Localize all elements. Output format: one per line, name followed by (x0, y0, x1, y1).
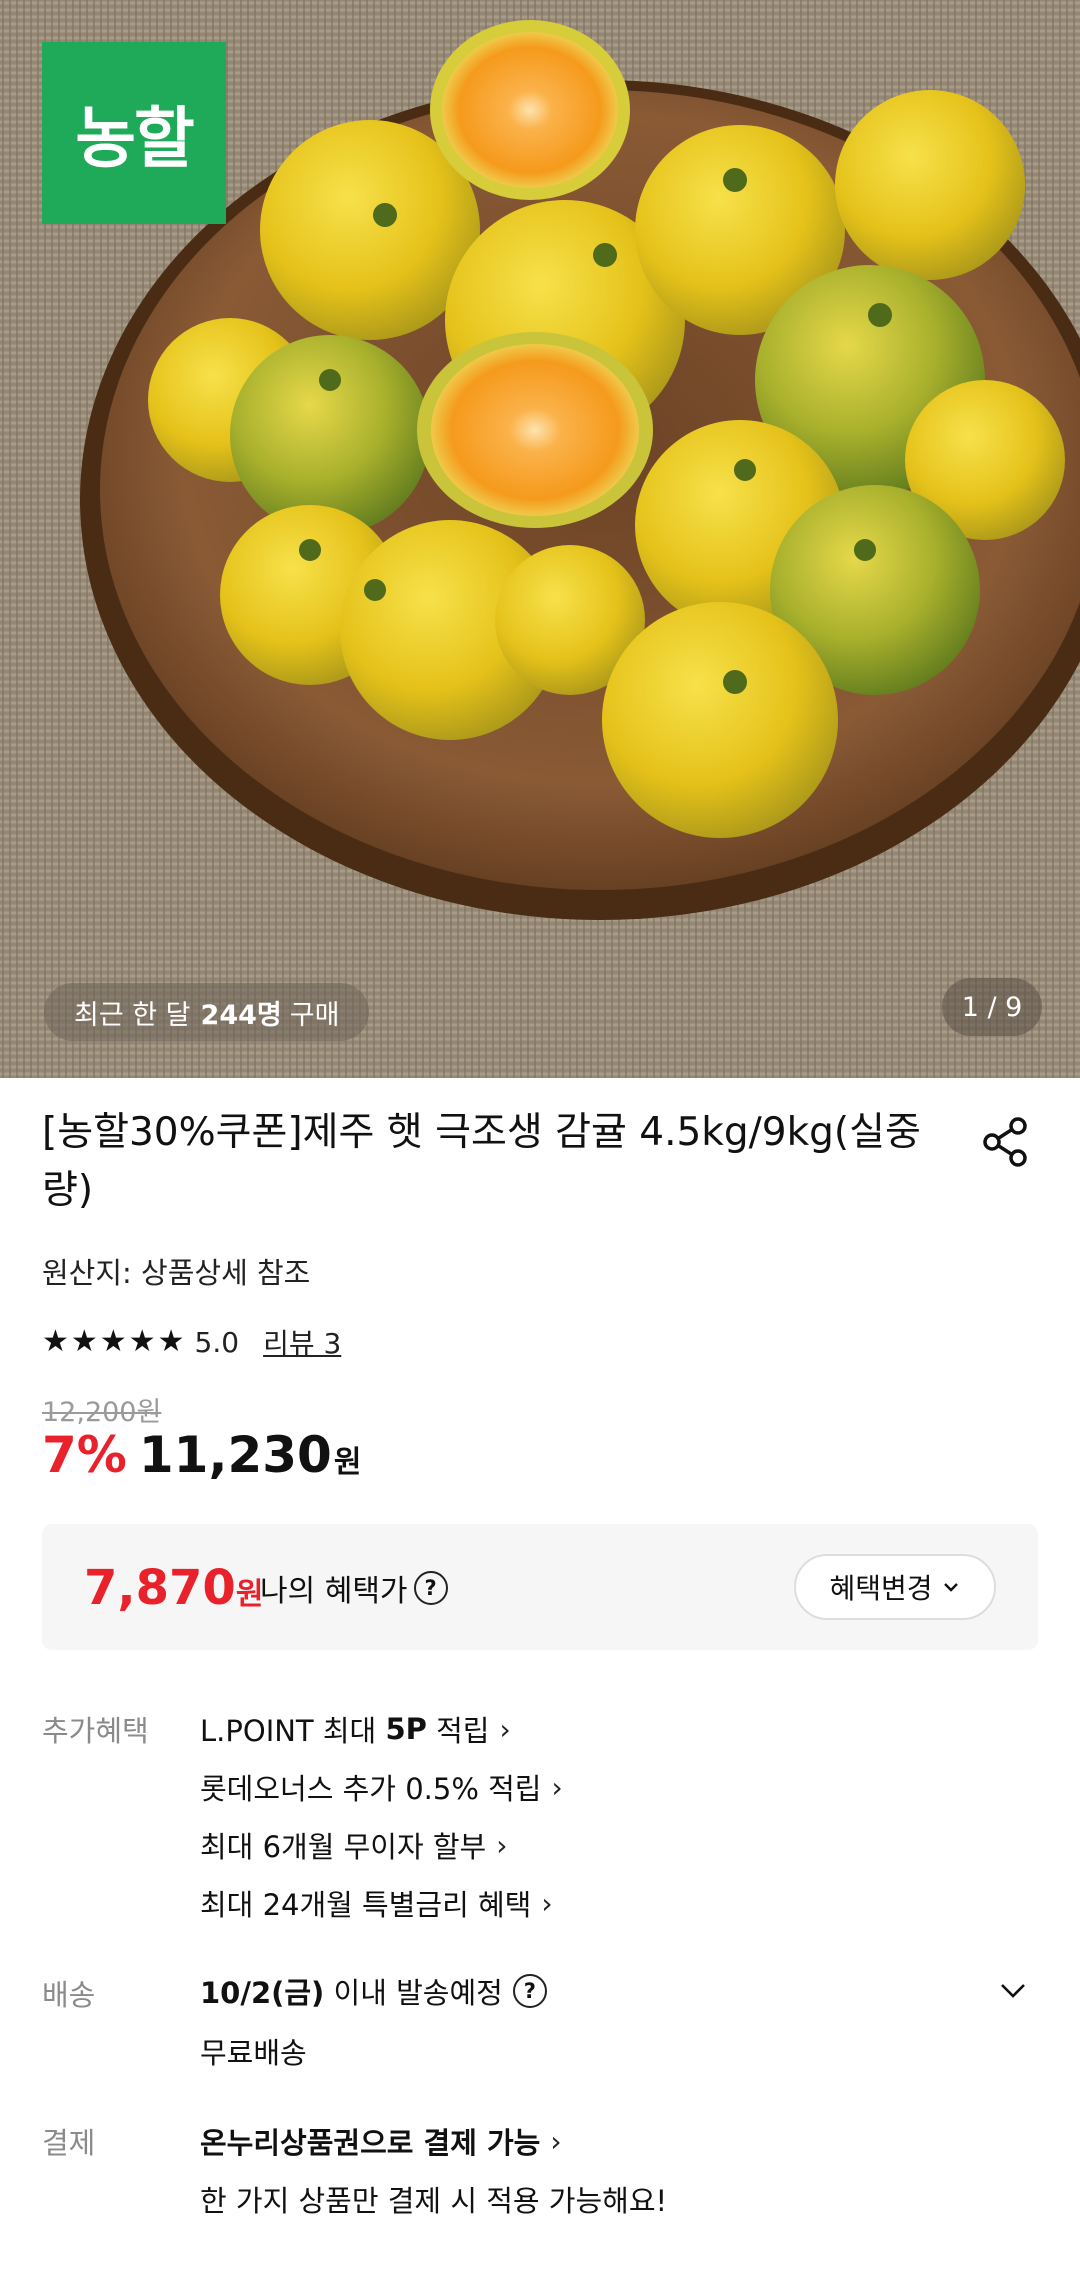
purchase-badge-count: 244명 (200, 999, 282, 1031)
purchase-badge-suffix: 구매 (289, 999, 340, 1031)
shipping-date-suffix: 이내 발송예정 (324, 1976, 503, 2010)
rating-value: 5.0 (194, 1325, 240, 1359)
chevron-right-icon: › (551, 1770, 563, 1804)
payment-method[interactable]: 온누리상품권으로 결제 가능 › (200, 2120, 562, 2162)
shipping-schedule: 10/2(금) 이내 발송예정 ? (200, 1970, 547, 2012)
origin-info: 원산지: 상품상세 참조 (42, 1256, 311, 1290)
extra-benefit-bold: 5P (385, 1712, 427, 1746)
extra-benefit-text: 최대 24개월 특별금리 혜택 (200, 1888, 532, 1922)
review-link[interactable]: 리뷰 3 (263, 1322, 341, 1362)
purchase-badge-prefix: 최근 한 달 (74, 999, 191, 1031)
benefit-price-value: 7,870 (84, 1560, 236, 1616)
product-image-carousel[interactable]: 농할 최근 한 달 244명 구매 1 / 9 (0, 0, 1080, 1078)
extra-benefit-item[interactable]: 최대 24개월 특별금리 혜택 › (200, 1882, 553, 1924)
product-title: [농할30%쿠폰]제주 햇 극조생 감귤 4.5kg/9kg(실중량) (42, 1110, 921, 1213)
star-icon: ★ (157, 1324, 185, 1359)
original-price: 12,200원 (42, 1397, 162, 1428)
help-circle-icon[interactable]: ? (512, 1974, 547, 2008)
image-page-indicator: 1 / 9 (942, 978, 1042, 1036)
chevron-right-icon: › (496, 1828, 508, 1862)
shipping-label: 배송 (42, 1978, 96, 2012)
chevron-right-icon: › (541, 1886, 553, 1920)
benefit-label: 나의 혜택가 ? (260, 1566, 448, 1610)
benefit-label-text: 나의 혜택가 (260, 1574, 408, 1609)
extra-benefit-text: 롯데오너스 추가 0.5% 적립 (200, 1772, 542, 1806)
extra-benefit-label: 추가혜택 (42, 1714, 149, 1748)
brand-logo-text: 농할 (75, 100, 194, 177)
share-icon[interactable] (978, 1114, 1034, 1170)
star-rating: ★ ★ ★ ★ ★ (42, 1327, 185, 1357)
extra-benefit-item[interactable]: 최대 6개월 무이자 할부 › (200, 1824, 507, 1866)
rating-row: ★ ★ ★ ★ ★ 5.0 리뷰 3 (42, 1320, 341, 1364)
star-icon: ★ (70, 1324, 98, 1359)
change-benefit-button[interactable]: 혜택변경 (794, 1554, 996, 1620)
brand-logo: 농할 (42, 42, 226, 224)
extra-benefit-item[interactable]: L.POINT 최대 5P 적립 › (200, 1708, 511, 1750)
extra-benefit-suffix: 적립 (426, 1714, 490, 1748)
chevron-right-icon: › (499, 1712, 511, 1746)
extra-benefit-text: L.POINT 최대 (200, 1714, 386, 1748)
chevron-down-icon[interactable] (996, 1974, 1030, 2008)
star-icon: ★ (128, 1324, 156, 1359)
extra-benefit-item[interactable]: 롯데오너스 추가 0.5% 적립 › (200, 1766, 563, 1808)
chevron-right-icon: › (550, 2124, 562, 2158)
shipping-fee: 무료배송 (200, 2036, 307, 2070)
help-circle-icon[interactable]: ? (413, 1571, 448, 1605)
sale-price: 11,230 (138, 1426, 332, 1484)
payment-method-text: 온누리상품권으로 결제 가능 (200, 2126, 541, 2160)
benefit-price: 7,870 원 (84, 1560, 263, 1616)
price-unit: 원 (333, 1445, 362, 1480)
chevron-down-icon (943, 1583, 958, 1592)
purchase-count-badge: 최근 한 달 244명 구매 (44, 983, 370, 1041)
extra-benefit-text: 최대 6개월 무이자 할부 (200, 1830, 487, 1864)
payment-label: 결제 (42, 2126, 96, 2160)
benefit-price-box: 7,870 원 나의 혜택가 ? 혜택변경 (42, 1524, 1038, 1650)
change-benefit-label: 혜택변경 (829, 1572, 933, 1605)
star-icon: ★ (99, 1324, 127, 1359)
star-icon: ★ (42, 1324, 69, 1359)
price-row: 7% 11,230 원 (42, 1426, 361, 1484)
payment-note: 한 가지 상품만 결제 시 적용 가능해요! (200, 2184, 668, 2218)
discount-rate: 7% (42, 1426, 127, 1484)
shipping-date: 10/2(금) (200, 1976, 325, 2010)
